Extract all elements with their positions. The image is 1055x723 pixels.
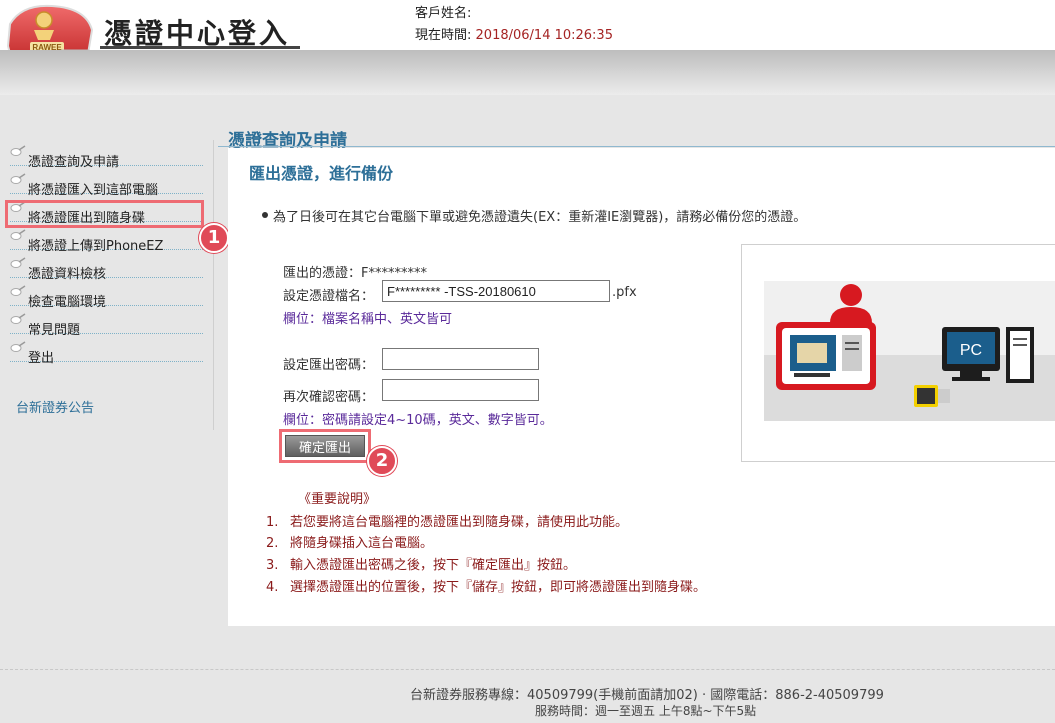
note-text: 將隨身碟插入這台電腦。 — [290, 536, 434, 551]
note-item: 1. 若您要將這台電腦裡的憑證匯出到隨身碟，請使用此功能。 — [266, 511, 628, 530]
note-text: 選擇憑證匯出的位置後，按下『儲存』按鈕，即可將憑證匯出到隨身碟。 — [290, 580, 707, 595]
confirm-export-button[interactable]: 確定匯出 — [285, 435, 365, 457]
confirm-password-label: 再次確認密碼： — [283, 390, 375, 405]
notes-title: 《重要說明》 — [298, 492, 377, 507]
bullet — [262, 212, 268, 218]
confirm-password-input[interactable] — [382, 379, 539, 401]
pin-icon — [10, 257, 26, 269]
cert-value: F********* — [361, 266, 427, 281]
filename-input[interactable] — [382, 280, 610, 302]
pin-icon — [10, 285, 26, 297]
note-number: 4. — [266, 580, 279, 595]
note-text: 輸入憑證匯出密碼之後，按下『確定匯出』按鈕。 — [290, 558, 577, 573]
panel-title: 匯出憑證，進行備份 — [249, 164, 394, 183]
cert-row: 匯出的憑證：F********* — [283, 262, 427, 281]
export-illustration: PC — [741, 244, 1055, 462]
pin-icon — [10, 145, 26, 157]
footer-divider — [0, 669, 1055, 670]
step-badge-2: 2 — [367, 446, 397, 476]
header-band — [0, 50, 1055, 95]
pin-icon — [10, 313, 26, 325]
filename-ext: .pfx — [612, 285, 637, 300]
header: RAWEE 憑證中心登入 客戶姓名: 現在時間: 2018/06/14 10:2… — [0, 0, 1055, 74]
highlight-box-submit: 確定匯出 — [279, 429, 371, 463]
news-link[interactable]: 台新證券公告 — [16, 397, 94, 416]
note-number: 2. — [266, 536, 279, 551]
time-label: 現在時間: — [415, 28, 472, 43]
sidebar-item-label: 登出 — [28, 351, 55, 366]
sidebar-item-cert-query[interactable]: 憑證查詢及申請 — [10, 140, 203, 170]
sidebar-item-faq[interactable]: 常見問題 — [10, 308, 203, 338]
note-item: 3. 輸入憑證匯出密碼之後，按下『確定匯出』按鈕。 — [266, 554, 576, 573]
note-text: 若您要將這台電腦裡的憑證匯出到隨身碟，請使用此功能。 — [290, 515, 629, 530]
password-label: 設定匯出密碼： — [283, 358, 375, 373]
pc-label: PC — [960, 342, 982, 359]
note-item: 2. 將隨身碟插入這台電腦。 — [266, 532, 433, 551]
note-item: 4. 選擇憑證匯出的位置後，按下『儲存』按鈕，即可將憑證匯出到隨身碟。 — [266, 576, 706, 595]
footer-hours: 服務時間：週一至週五 上午8點~下午5點 — [535, 704, 757, 718]
title-underline — [100, 46, 300, 49]
sidebar-item-verify[interactable]: 憑證資料檢核 — [10, 252, 203, 282]
pin-icon — [10, 229, 26, 241]
customer-name-label: 客戶姓名: — [415, 6, 472, 21]
sidebar: 憑證查詢及申請 將憑證匯入到這部電腦 將憑證匯出到隨身碟 將憑證上傳到Phone… — [0, 140, 214, 430]
sidebar-item-import[interactable]: 將憑證匯入到這部電腦 — [10, 168, 203, 198]
current-time: 現在時間: 2018/06/14 10:26:35 — [415, 24, 613, 43]
step-badge-1: 1 — [199, 223, 229, 253]
password-hint: 欄位：密碼請設定4~10碼，英文、數字皆可。 — [283, 413, 553, 428]
section-divider — [218, 146, 1055, 147]
export-panel: 匯出憑證，進行備份 為了日後可在其它台電腦下單或避免憑證遺失(EX：重新灌IE瀏… — [228, 148, 1055, 626]
note-number: 3. — [266, 558, 279, 573]
cert-label: 匯出的憑證： — [283, 266, 362, 281]
usb-export-illustration: PC — [764, 281, 1055, 421]
note-number: 1. — [266, 515, 279, 530]
highlight-box-export — [5, 200, 204, 228]
footer-contact: 台新證券服務專線：40509799(手機前面請加02) · 國際電話：886-2… — [410, 688, 884, 703]
filename-label: 設定憑證檔名： — [283, 289, 375, 304]
intro-text: 為了日後可在其它台電腦下單或避免憑證遺失(EX：重新灌IE瀏覽器)，請務必備份您… — [273, 210, 807, 225]
pin-icon — [10, 173, 26, 185]
filename-hint: 欄位：檔案名稱中、英文皆可 — [283, 312, 453, 327]
pin-icon — [10, 341, 26, 353]
time-value: 2018/06/14 10:26:35 — [475, 28, 613, 43]
password-input[interactable] — [382, 348, 539, 370]
sidebar-item-check-env[interactable]: 檢查電腦環境 — [10, 280, 203, 310]
sidebar-item-logout[interactable]: 登出 — [10, 336, 203, 366]
